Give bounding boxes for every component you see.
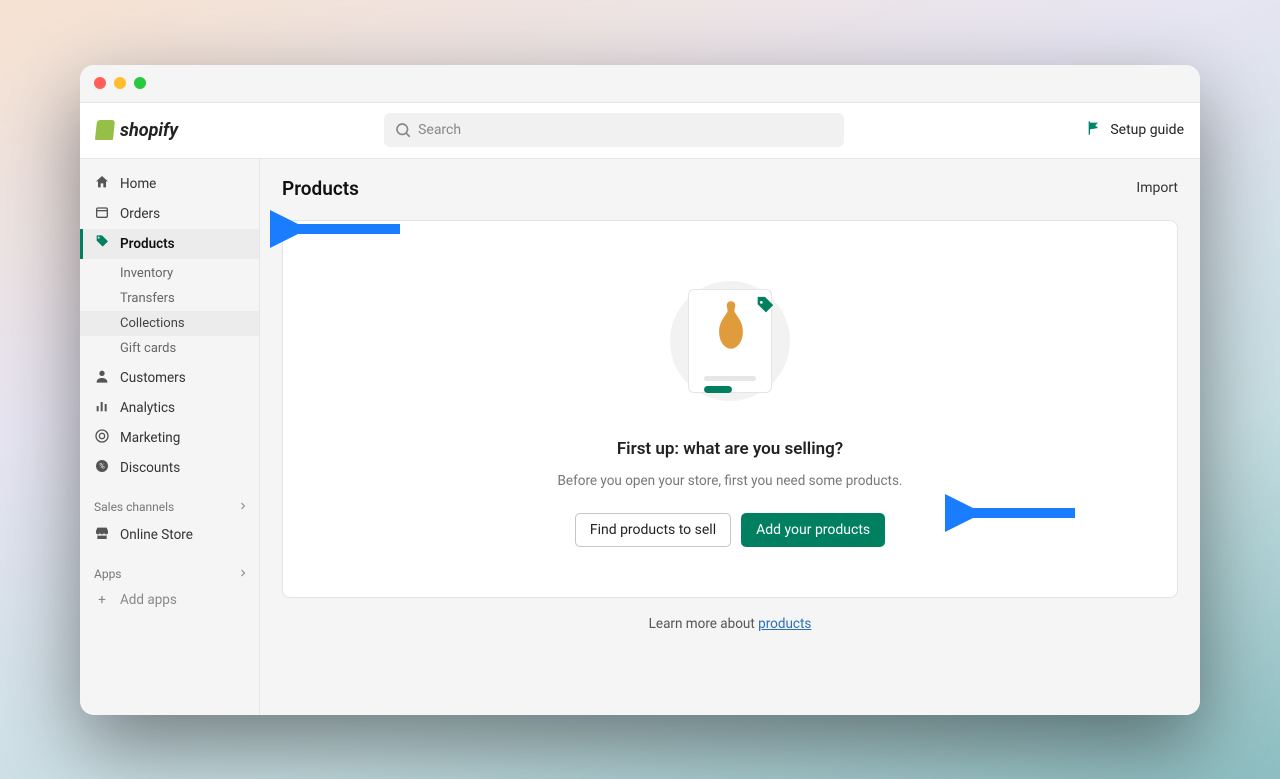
- minimize-window-icon[interactable]: [114, 77, 126, 89]
- sidebar-item-analytics[interactable]: Analytics: [80, 393, 259, 423]
- sidebar-item-label: Home: [120, 176, 156, 192]
- orders-icon: [94, 204, 110, 224]
- add-apps-link[interactable]: + Add apps: [80, 587, 259, 613]
- subnav-inventory[interactable]: Inventory: [80, 261, 259, 286]
- subnav-label: Collections: [120, 316, 185, 331]
- close-window-icon[interactable]: [94, 77, 106, 89]
- subnav-collections[interactable]: Collections: [80, 311, 259, 336]
- window-controls: [94, 77, 146, 89]
- empty-state-subtitle: Before you open your store, first you ne…: [558, 473, 903, 489]
- sidebar: Home Orders Products Inventory Transfers…: [80, 159, 260, 715]
- section-label: Sales channels: [94, 500, 174, 514]
- brand-name: shopify: [120, 120, 178, 141]
- target-icon: [94, 428, 110, 448]
- apps-heading: Apps: [80, 562, 259, 587]
- learn-more-prefix: Learn more about: [649, 616, 758, 632]
- flag-icon: [1086, 120, 1102, 140]
- sidebar-item-orders[interactable]: Orders: [80, 199, 259, 229]
- find-products-button[interactable]: Find products to sell: [575, 513, 731, 547]
- subnav-label: Gift cards: [120, 341, 176, 356]
- top-bar: shopify Setup guide: [80, 103, 1200, 159]
- brand-logo[interactable]: shopify: [96, 120, 178, 141]
- store-icon: [94, 525, 110, 545]
- setup-guide-link[interactable]: Setup guide: [1086, 120, 1184, 140]
- learn-more-link[interactable]: products: [758, 616, 811, 632]
- home-icon: [94, 174, 110, 194]
- sidebar-item-label: Discounts: [120, 460, 180, 476]
- sidebar-item-discounts[interactable]: % Discounts: [80, 453, 259, 483]
- sidebar-item-label: Analytics: [120, 400, 175, 416]
- add-products-button[interactable]: Add your products: [741, 513, 885, 547]
- import-link[interactable]: Import: [1136, 180, 1178, 196]
- page-title: Products: [282, 177, 359, 200]
- maximize-window-icon[interactable]: [134, 77, 146, 89]
- svg-text:%: %: [99, 461, 105, 470]
- chevron-right-icon[interactable]: [237, 500, 249, 515]
- price-tag-icon: [754, 295, 776, 317]
- sidebar-item-label: Marketing: [120, 430, 180, 446]
- sidebar-item-marketing[interactable]: Marketing: [80, 423, 259, 453]
- person-icon: [94, 368, 110, 388]
- app-window: shopify Setup guide Home: [80, 65, 1200, 715]
- discount-icon: %: [94, 458, 110, 478]
- add-apps-label: Add apps: [120, 592, 177, 608]
- sidebar-item-home[interactable]: Home: [80, 169, 259, 199]
- sales-channels-heading: Sales channels: [80, 495, 259, 520]
- window-titlebar: [80, 65, 1200, 103]
- subnav-label: Inventory: [120, 266, 173, 281]
- empty-state-illustration: [670, 281, 790, 401]
- empty-state-title: First up: what are you selling?: [617, 439, 843, 459]
- vase-icon: [714, 299, 748, 351]
- section-label: Apps: [94, 567, 122, 581]
- products-subnav: Inventory Transfers Collections Gift car…: [80, 259, 259, 363]
- tag-icon: [94, 234, 110, 254]
- empty-state-card: First up: what are you selling? Before y…: [282, 220, 1178, 598]
- sidebar-item-label: Customers: [120, 370, 186, 386]
- plus-icon: +: [94, 592, 110, 608]
- subnav-label: Transfers: [120, 291, 175, 306]
- setup-guide-label: Setup guide: [1110, 122, 1184, 138]
- sidebar-item-products[interactable]: Products: [80, 229, 259, 259]
- analytics-icon: [94, 398, 110, 418]
- sidebar-item-label: Products: [120, 236, 175, 252]
- sidebar-item-label: Orders: [120, 206, 160, 222]
- learn-more-text: Learn more about products: [260, 616, 1200, 652]
- subnav-gift-cards[interactable]: Gift cards: [80, 336, 259, 361]
- search-input[interactable]: [384, 113, 844, 147]
- main-content: Products Import First up: what are yo: [260, 159, 1200, 715]
- subnav-transfers[interactable]: Transfers: [80, 286, 259, 311]
- chevron-right-icon[interactable]: [237, 567, 249, 582]
- search-box: [384, 113, 844, 147]
- sidebar-item-label: Online Store: [120, 527, 193, 543]
- shopify-bag-icon: [95, 120, 115, 140]
- sidebar-item-online-store[interactable]: Online Store: [80, 520, 259, 550]
- search-icon: [394, 121, 412, 143]
- sidebar-item-customers[interactable]: Customers: [80, 363, 259, 393]
